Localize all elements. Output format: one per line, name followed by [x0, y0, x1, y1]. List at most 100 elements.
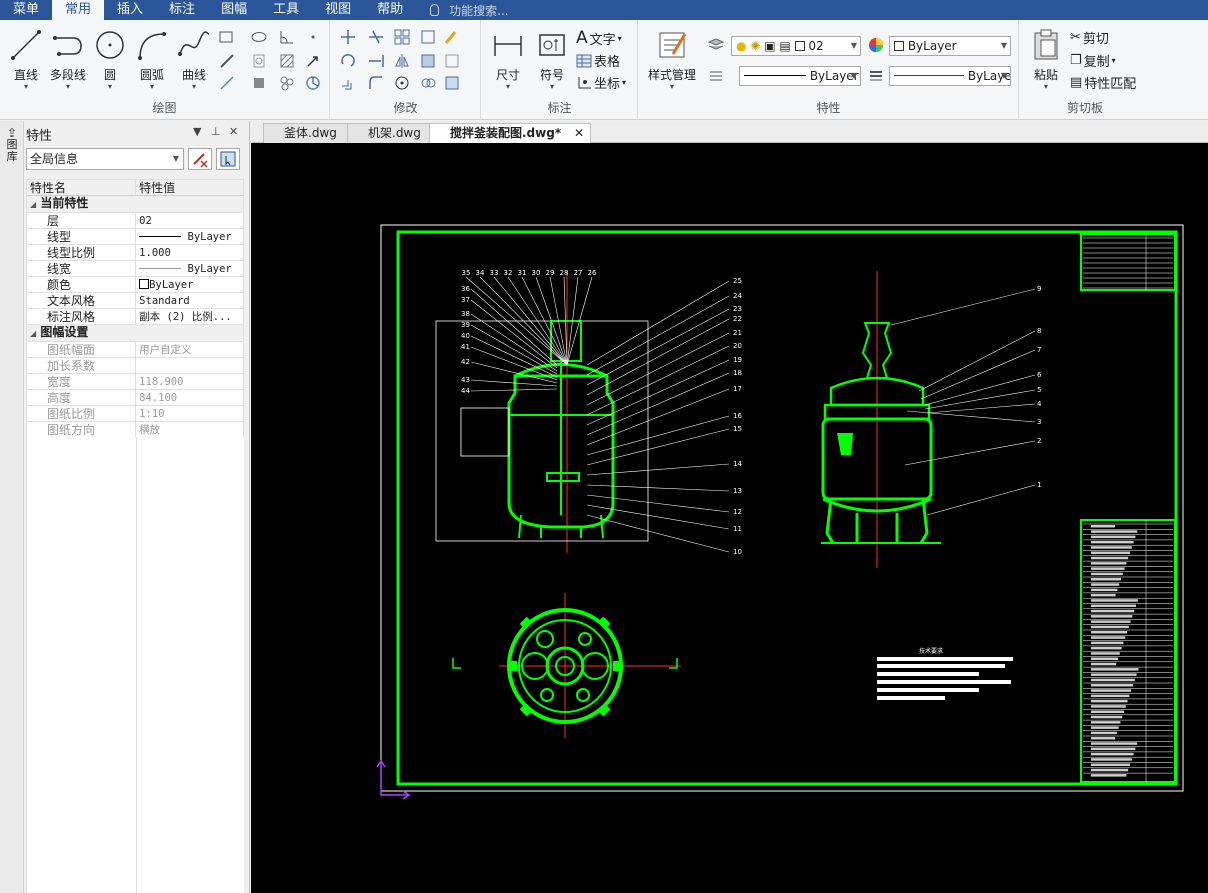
table-row[interactable]: 线宽 ByLayer — [25, 260, 244, 277]
callout-label: 25 — [733, 277, 742, 285]
edit-tool[interactable] — [443, 74, 463, 94]
notes-title: 技术要求 — [919, 647, 943, 655]
callout-label: 27 — [574, 269, 583, 277]
array-tool[interactable] — [393, 28, 413, 48]
callout-label: 30 — [532, 269, 541, 277]
angle-tool[interactable] — [278, 28, 298, 48]
rotate-tool[interactable] — [339, 52, 359, 72]
color-swatch — [894, 41, 904, 51]
table-row[interactable]: 线型 ByLayer — [25, 228, 244, 245]
polygon-tool[interactable] — [250, 52, 270, 72]
mirror-tool[interactable] — [393, 52, 413, 72]
revision-table-lines — [1083, 234, 1173, 290]
fillet-tool[interactable] — [367, 74, 387, 94]
menu-help[interactable]: 帮助 — [364, 0, 416, 20]
arc-icon — [138, 32, 166, 60]
offset-tool[interactable] — [419, 28, 439, 48]
coordinate-button[interactable]: 坐标 ▾ — [576, 73, 626, 92]
menu-annotate[interactable]: 标注 — [156, 0, 208, 20]
copy-tool[interactable] — [339, 74, 359, 94]
callout-label: 35 — [462, 269, 471, 277]
paste-button[interactable]: 粘贴 ▾ — [1024, 26, 1068, 96]
close-icon[interactable]: ✕ — [229, 125, 238, 138]
ellipse-icon — [251, 32, 267, 42]
match-properties-button[interactable]: ▤ 特性匹配 — [1070, 73, 1136, 92]
quick-select-icon — [193, 153, 208, 168]
menu-main[interactable]: 菜单 — [0, 0, 52, 20]
library-tab[interactable]: ⇪ 图库 — [4, 127, 20, 163]
table-row[interactable]: 线型比例 1.000 — [25, 244, 244, 261]
copy-icon: ❐ — [1070, 53, 1082, 68]
line-button[interactable]: 直线 ▾ — [4, 26, 48, 96]
linetype-dropdown[interactable]: ByLayer ▼ — [739, 66, 861, 86]
explode-tool[interactable] — [419, 74, 439, 94]
copy-button[interactable]: ❐ 复制 ▾ — [1070, 51, 1116, 70]
menu-insert[interactable]: 插入 — [104, 0, 156, 20]
layer-manager-tool[interactable] — [707, 36, 727, 56]
menu-tools[interactable]: 工具 — [260, 0, 312, 20]
lineweight-swatch — [139, 267, 182, 269]
rectangle-tool[interactable] — [218, 28, 238, 48]
quick-select-button[interactable] — [188, 148, 212, 170]
tab-kettle-body[interactable]: 釜体.dwg — [263, 123, 357, 143]
ellipse-tool[interactable] — [250, 28, 270, 48]
text-button[interactable]: A 文字 ▾ — [576, 28, 622, 48]
color-dropdown[interactable]: ByLayer ▼ — [889, 36, 1011, 56]
ray-tool[interactable] — [218, 74, 238, 94]
table-row[interactable]: 颜色 ByLayer — [25, 276, 244, 293]
ribbon: 直线 ▾ 多段线 ▾ 圆 ▾ 圆弧 ▾ 曲线 ▾ 绘图 修改 尺寸 ▾ 符号 ▾… — [0, 20, 1208, 120]
hatch-tool[interactable] — [278, 52, 298, 72]
region-tool[interactable] — [250, 74, 270, 94]
symbol-button[interactable]: 符号 ▾ — [530, 26, 574, 96]
panel-menu-icon[interactable]: ▼ — [193, 125, 201, 138]
scale-tool[interactable] — [419, 52, 439, 72]
tab-frame[interactable]: 机架.dwg — [347, 123, 441, 143]
point-tool[interactable] — [304, 28, 324, 48]
linetype-tool[interactable] — [707, 66, 727, 86]
table-button[interactable]: 表格 — [576, 51, 620, 70]
section-current[interactable]: ◢ 当前特性 — [26, 195, 244, 213]
layer-dropdown[interactable]: ● ✺ ▣ ▤ 02 ▼ — [731, 36, 861, 56]
select-objects-button[interactable] — [216, 148, 240, 170]
cloud-tool[interactable] — [278, 74, 298, 94]
menu-sheet[interactable]: 图幅 — [208, 0, 260, 20]
scope-dropdown[interactable]: 全局信息 ▼ — [26, 148, 184, 170]
stretch-tool[interactable] — [443, 52, 463, 72]
menu-view[interactable]: 视图 — [312, 0, 364, 20]
break-tool[interactable] — [393, 74, 413, 94]
drawing-canvas[interactable]: 技术要求 35 34 33 32 31 30 29 28 27 26 25 24 23 22 21 20 19 1… — [251, 143, 1208, 893]
polyline-button[interactable]: 多段线 ▾ — [44, 26, 92, 96]
callout-label: 6 — [1037, 371, 1042, 379]
linetype-swatch — [139, 235, 182, 237]
move-tool[interactable] — [339, 28, 359, 48]
table-row[interactable]: 层 02 — [25, 212, 244, 229]
layer-value: 02 — [808, 39, 824, 53]
cloud-icon — [280, 76, 294, 91]
lineweight-dropdown[interactable]: ByLaye ▼ — [889, 66, 1011, 86]
feature-search[interactable]: 功能搜索... — [416, 0, 509, 20]
close-tab-icon[interactable]: ✕ — [574, 124, 584, 142]
section-sheet[interactable]: ◢ 图幅设置 — [26, 324, 244, 342]
trim-tool[interactable] — [367, 28, 387, 48]
property-table-empty-area — [26, 437, 244, 893]
table-row[interactable]: 文本风格 Standard — [25, 292, 244, 309]
callout-label: 39 — [461, 321, 470, 329]
extend-tool[interactable] — [367, 52, 387, 72]
menu-home[interactable]: 常用 — [52, 0, 105, 20]
style-manager-button[interactable]: 样式管理 ▾ — [645, 26, 699, 96]
arc-button[interactable]: 圆弧 ▾ — [130, 26, 174, 96]
circle-button[interactable]: 圆 ▾ — [88, 26, 132, 96]
pointer-tool[interactable] — [304, 52, 324, 72]
table-row[interactable]: 标注风格 副本 (2) 比例... — [25, 308, 244, 325]
pin-icon[interactable]: ⊥ — [211, 125, 221, 138]
dimension-button[interactable]: 尺寸 ▾ — [486, 26, 530, 96]
lightbulb-icon: ● — [736, 39, 747, 53]
construction-line-tool[interactable] — [218, 52, 238, 72]
color-wheel-tool[interactable] — [867, 36, 887, 56]
curve-button[interactable]: 曲线 ▾ — [172, 26, 216, 96]
lineweight-tool[interactable] — [867, 66, 887, 86]
cut-button[interactable]: ✂ 剪切 — [1070, 28, 1109, 47]
donut-tool[interactable] — [304, 74, 324, 94]
erase-tool[interactable] — [443, 28, 463, 48]
tab-assembly[interactable]: 搅拌釜装配图.dwg* ✕ — [429, 123, 591, 143]
